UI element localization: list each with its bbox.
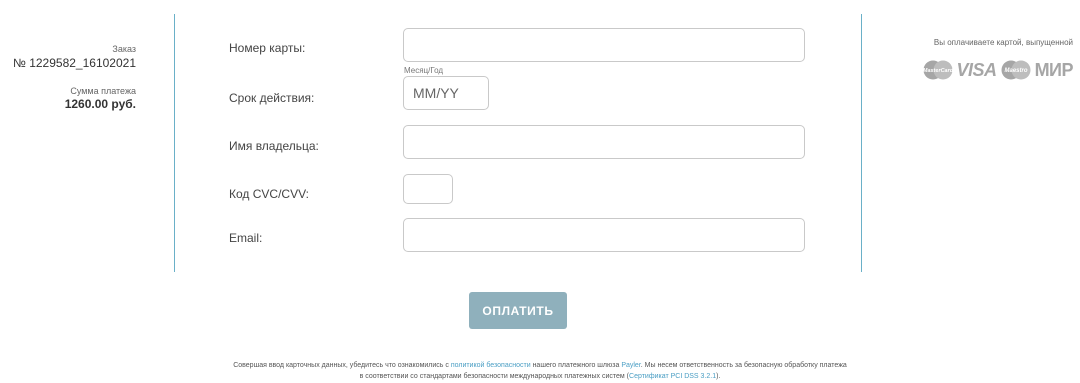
security-policy-link[interactable]: политикой безопасности — [451, 362, 531, 369]
order-label: Заказ — [112, 44, 136, 54]
cvc-label: Код CVC/CVV: — [229, 187, 309, 201]
svg-text:MasterCard: MasterCard — [922, 68, 953, 74]
svg-text:Maestro: Maestro — [1004, 68, 1027, 74]
maestro-logo: Maestro — [1000, 60, 1032, 80]
visa-logo: VISA — [956, 59, 998, 80]
email-input[interactable] — [403, 218, 805, 252]
footer-disclaimer: Совершая ввод карточных данных, убедитес… — [0, 360, 1080, 382]
right-divider — [861, 14, 862, 272]
holder-name-input[interactable] — [403, 125, 805, 159]
order-number: № 1229582_16102021 — [13, 56, 136, 70]
footer-text: Совершая ввод карточных данных, убедитес… — [233, 362, 451, 369]
card-number-label: Номер карты: — [229, 41, 306, 55]
payment-sum: 1260.00 руб. — [64, 97, 136, 111]
expiry-hint: Месяц/Год — [404, 66, 444, 75]
issuer-text: Вы оплачиваете картой, выпущенной — [933, 38, 1073, 47]
payler-link[interactable]: Payler — [621, 362, 640, 369]
payment-sum-label: Сумма платежа — [70, 86, 136, 96]
footer-text: нашего платежного шлюза — [530, 362, 622, 369]
footer-text: ). — [716, 373, 721, 380]
mastercard-logo: MasterCard — [922, 60, 954, 80]
footer-text: в соответствии со стандартами безопаснос… — [359, 373, 630, 380]
pay-button[interactable]: ОПЛАТИТЬ — [469, 292, 567, 329]
expiry-input[interactable] — [403, 76, 489, 110]
expiry-label: Срок действия: — [229, 91, 315, 105]
card-number-input[interactable] — [403, 28, 805, 62]
holder-name-label: Имя владельца: — [229, 139, 319, 153]
footer-text: . Мы несем ответственность за безопасную… — [640, 362, 847, 369]
mir-logo: МИР — [1034, 59, 1074, 80]
pci-certificate-link[interactable]: Сертификат PCI DSS 3.2.1 — [629, 373, 716, 380]
cvc-input[interactable] — [403, 174, 453, 204]
payment-system-logos: MasterCard VISA Maestro МИР — [873, 58, 1074, 82]
order-summary: Заказ № 1229582_16102021 Сумма платежа 1… — [0, 44, 136, 111]
email-label: Email: — [229, 231, 263, 245]
left-divider — [174, 14, 175, 272]
